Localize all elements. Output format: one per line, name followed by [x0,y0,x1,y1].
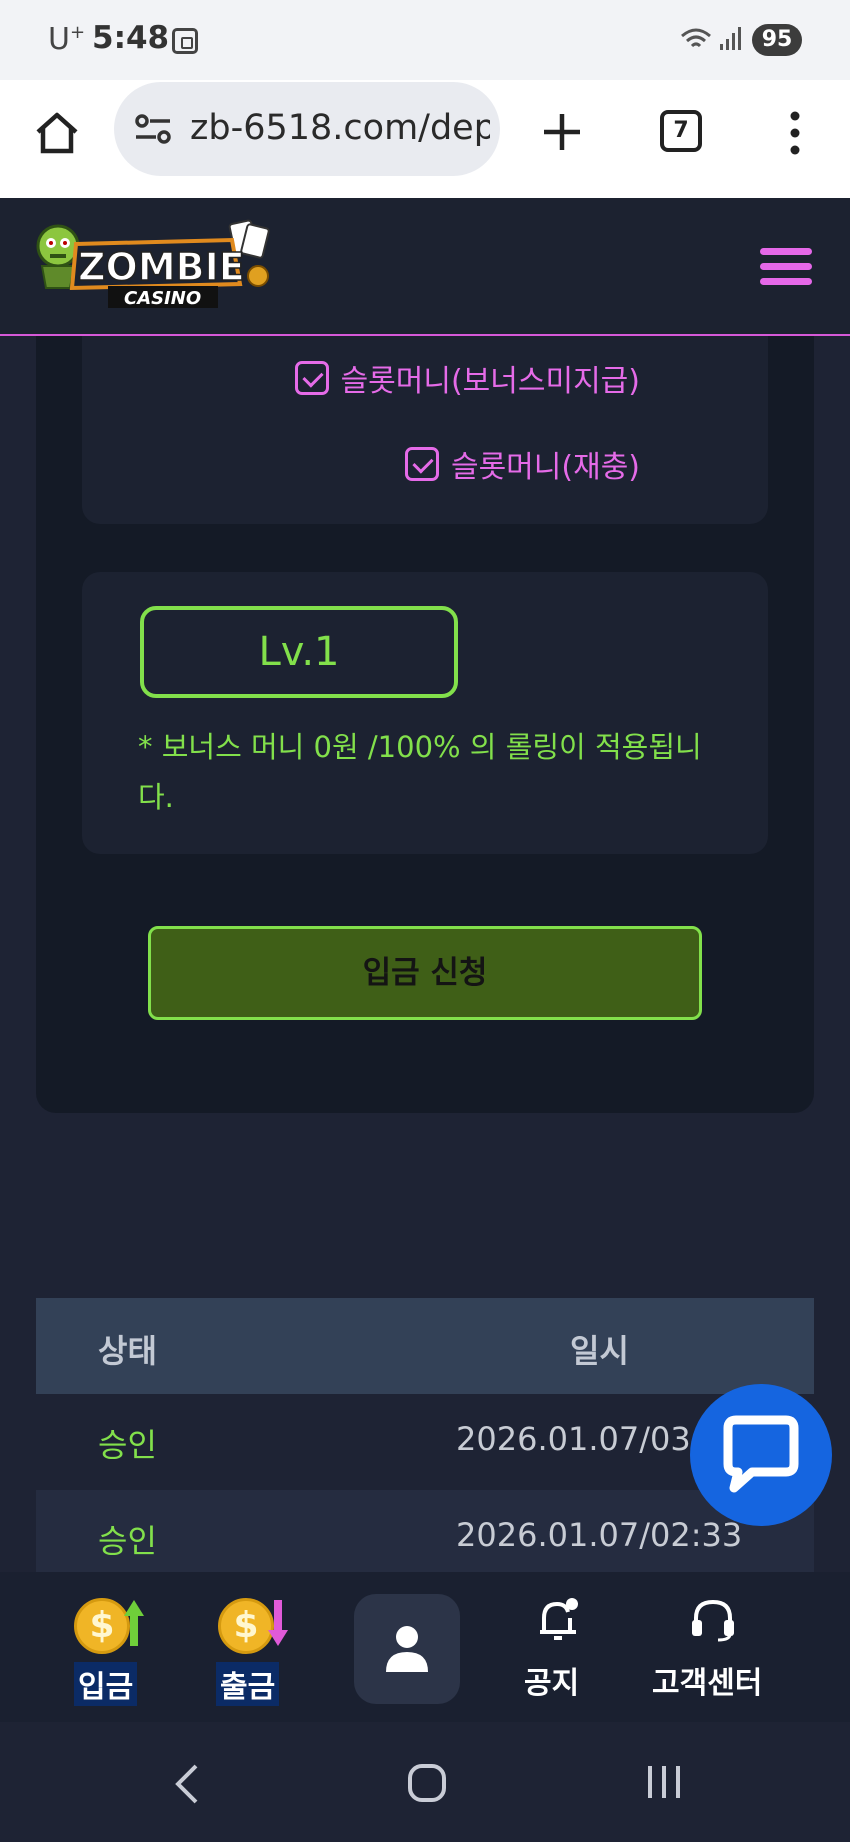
back-icon[interactable] [172,1762,200,1806]
rolling-note: * 보너스 머니 0원 /100% 의 롤링이 적용됩니다. [138,730,702,814]
status-bar: U+ 5:48 95 [0,0,850,80]
nav-label: 입금 [74,1662,138,1706]
arrow-down-icon [268,1600,288,1646]
wifi-icon [681,28,711,48]
address-bar[interactable]: zb-6518.com/dep [114,82,500,176]
carrier-label: U+ [48,22,86,57]
home-icon[interactable] [32,108,82,158]
arrow-up-icon [124,1600,144,1646]
nav-deposit[interactable]: $ 입금 [62,1572,172,1722]
screenshot-icon [172,28,198,54]
live-chat-button[interactable] [690,1384,832,1526]
site-header: ZOMBIE CASINO [0,198,850,336]
nav-label: 공지 [524,1666,580,1701]
deposit-request-button[interactable]: 입금 신청 [148,926,702,1020]
option-label: 슬롯머니(보너스미지급) [340,364,640,399]
option-label: 슬롯머니(재충) [450,450,640,485]
level-card: Lv.1 * 보너스 머니 0원 /100% 의 롤링이 적용됩니다. [82,572,768,854]
tab-count-button[interactable]: 7 [660,110,702,152]
clock: 5:48 [92,20,170,56]
system-navigation-bar [0,1722,850,1842]
home-button-icon[interactable] [406,1762,448,1804]
nav-label: 고객센터 [652,1666,763,1701]
recents-icon[interactable] [644,1762,684,1802]
bell-icon [540,1598,578,1640]
option-slot-no-bonus[interactable]: 슬롯머니(보너스미지급) [294,356,640,400]
nav-profile[interactable] [354,1594,460,1704]
nav-customer-center[interactable]: 고객센터 [650,1572,780,1722]
column-header-date: 일시 [570,1332,629,1370]
history-table-header: 상태 일시 [36,1298,814,1394]
user-icon [386,1626,428,1672]
headset-icon [692,1599,734,1642]
row-date: 2026.01.07/03 [456,1420,691,1458]
nav-notice[interactable]: 공지 [520,1572,600,1722]
signal-icon [720,27,741,50]
nav-label: 출금 [216,1662,280,1706]
svg-text:CASINO: CASINO [124,288,201,309]
browser-toolbar: zb-6518.com/dep 7 [0,80,850,198]
column-header-status: 상태 [98,1332,157,1370]
site-settings-icon[interactable] [134,112,172,146]
row-status: 승인 [98,1522,157,1560]
nav-withdraw[interactable]: $ 출금 [210,1572,320,1722]
option-slot-recharge[interactable]: 슬롯머니(재충) [404,442,640,486]
bottom-navigation: $ 입금 $ 출금 공지 고객센터 [0,1572,850,1722]
checkbox-checked-icon[interactable] [404,447,439,481]
checkbox-checked-icon[interactable] [294,361,329,395]
more-menu-icon[interactable] [780,110,810,156]
money-type-options: 슬롯머니(보너스미지급) 슬롯머니(재충) [82,336,768,524]
page: U+ 5:48 95 zb-6518.com/dep 7 ZOMBIE CASI… [0,0,850,1842]
level-badge: Lv.1 [140,606,458,698]
chat-bubble-icon [723,1415,799,1493]
url-text[interactable]: zb-6518.com/dep [190,108,490,148]
svg-text:ZOMBIE: ZOMBIE [78,245,245,289]
zombie-casino-logo[interactable]: ZOMBIE CASINO [32,216,272,312]
hamburger-icon[interactable] [760,248,812,286]
new-tab-icon[interactable] [540,110,584,154]
row-status: 승인 [98,1426,157,1464]
battery-indicator: 95 [752,24,802,56]
